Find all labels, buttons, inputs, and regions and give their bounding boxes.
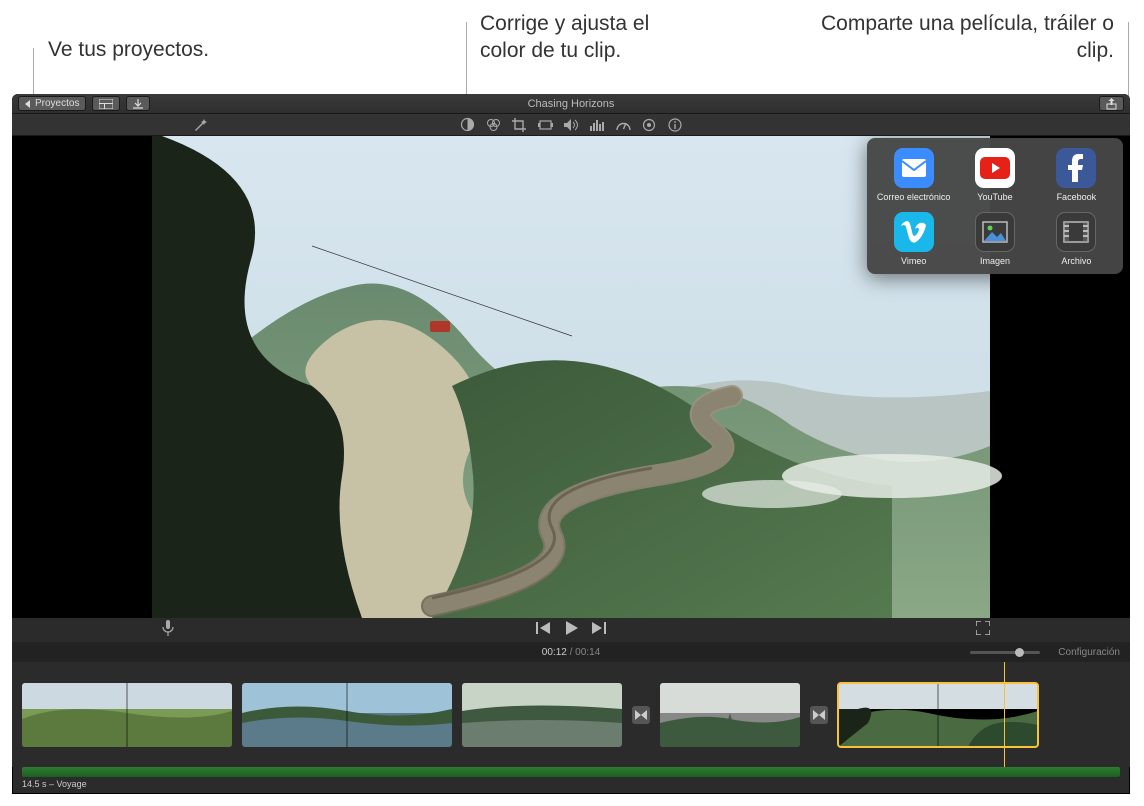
adjustment-toolbar [12,114,1130,136]
callout-share: Comparte una película, tráiler o clip. [814,10,1114,65]
next-frame-button[interactable] [592,621,606,639]
share-label: Correo electrónico [877,192,951,202]
window-title: Chasing Horizons [528,98,615,110]
transition-icon[interactable] [810,706,828,724]
callout-projects: Ve tus proyectos. [48,36,209,63]
media-library-button[interactable] [92,96,120,111]
preview-viewer[interactable]: Correo electrónico YouTube Facebook Vime… [12,136,1130,618]
clip-5-selected[interactable] [838,683,1038,747]
stabilize-icon[interactable] [537,117,553,133]
share-label: Archivo [1061,256,1091,266]
imovie-window: Proyectos Chasing Horizons [12,94,1130,794]
callout-color: Corrige y ajusta el color de tu clip. [480,10,700,65]
clip-2[interactable] [242,683,452,747]
projects-label: Proyectos [35,98,79,109]
playhead[interactable] [1004,662,1005,767]
time-display: 00:12 / 00:14 [542,647,600,658]
share-label: YouTube [977,192,1012,202]
equalizer-icon[interactable] [589,117,605,133]
crop-icon[interactable] [511,117,527,133]
share-label: Vimeo [901,256,926,266]
color-correction-icon[interactable] [485,117,501,133]
transition-icon[interactable] [632,706,650,724]
share-file[interactable]: Archivo [1036,212,1117,266]
share-youtube[interactable]: YouTube [954,148,1035,202]
share-label: Imagen [980,256,1010,266]
audio-label: 14.5 s – Voyage [12,777,1130,791]
import-button[interactable] [126,96,150,111]
share-email[interactable]: Correo electrónico [873,148,954,202]
playback-controls [12,618,1130,642]
share-image[interactable]: Imagen [954,212,1035,266]
share-popover: Correo electrónico YouTube Facebook Vime… [867,138,1123,274]
clip-4[interactable] [660,683,800,747]
audio-track[interactable] [22,767,1120,777]
callout-line [1128,22,1129,98]
share-button[interactable] [1099,96,1124,111]
color-balance-icon[interactable] [459,117,475,133]
time-bar: 00:12 / 00:14 Configuración [12,642,1130,662]
magic-wand-icon[interactable] [192,117,208,133]
callout-line [33,48,34,98]
voiceover-button[interactable] [162,620,174,641]
speed-icon[interactable] [615,117,631,133]
projects-button[interactable]: Proyectos [18,96,86,111]
share-facebook[interactable]: Facebook [1036,148,1117,202]
filters-icon[interactable] [641,117,657,133]
timeline[interactable] [12,662,1130,767]
clip-3[interactable] [462,683,622,747]
fullscreen-button[interactable] [976,621,990,640]
prev-frame-button[interactable] [536,621,550,639]
titlebar: Proyectos Chasing Horizons [12,94,1130,114]
zoom-slider[interactable] [970,651,1040,654]
info-icon[interactable] [667,117,683,133]
clip-1[interactable] [22,683,232,747]
volume-icon[interactable] [563,117,579,133]
share-vimeo[interactable]: Vimeo [873,212,954,266]
play-button[interactable] [564,621,578,640]
share-label: Facebook [1057,192,1097,202]
settings-button[interactable]: Configuración [1058,647,1120,658]
